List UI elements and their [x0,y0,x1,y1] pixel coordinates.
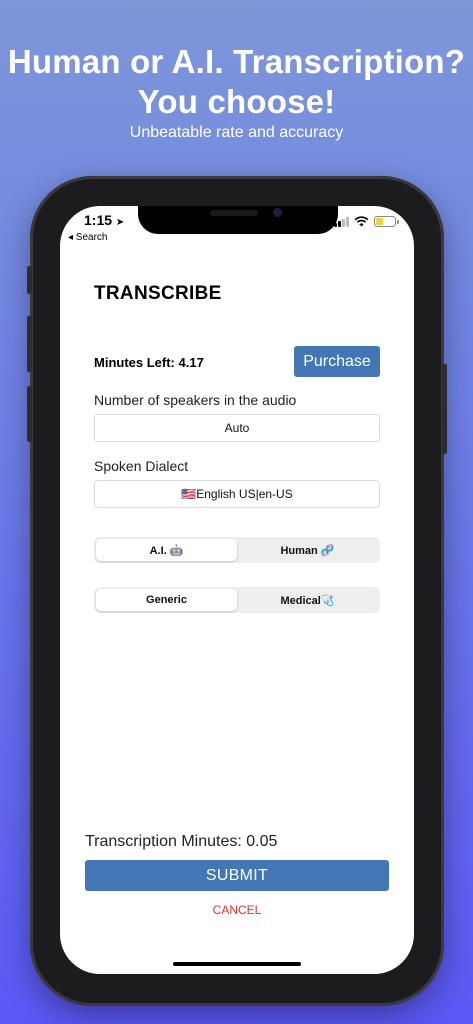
volume-up-button [27,316,32,372]
engine-segmented-control: A.I. 🤖 Human 🧬 [94,537,380,563]
domain-segmented-control: Generic Medical🩺 [94,587,380,613]
app-screen: 1:15 ➤ ◂ Search TRANSCRIBE Minutes Left:… [60,206,414,974]
minutes-left-label: Minutes Left: 4.17 [94,355,204,370]
page-title: TRANSCRIBE [94,283,222,304]
status-time: 1:15 ➤ [84,212,124,228]
speakers-select[interactable]: Auto [94,414,380,442]
purchase-button[interactable]: Purchase [294,346,380,377]
wifi-icon [354,216,369,227]
promo-subtitle: Unbeatable rate and accuracy [129,124,344,141]
power-button [442,364,447,454]
dialect-label: Spoken Dialect [94,458,189,474]
phone-frame: 1:15 ➤ ◂ Search TRANSCRIBE Minutes Left:… [27,176,447,1006]
transcription-minutes-label: Transcription Minutes: 0.05 [85,833,278,850]
cancel-button[interactable]: CANCEL [60,903,414,917]
segment-human[interactable]: Human 🧬 [237,539,378,561]
signal-icon [334,216,349,227]
promo-title: Human or A.I. Transcription? You choose! [0,42,473,122]
dialect-select[interactable]: 🇺🇸English US|en-US [94,480,380,508]
promo-title-line2: You choose! [137,83,336,120]
segment-medical[interactable]: Medical🩺 [237,589,378,611]
earpiece-speaker [210,210,258,216]
back-to-search-link[interactable]: ◂ Search [68,232,107,243]
segment-generic[interactable]: Generic [96,589,237,611]
submit-button[interactable]: SUBMIT [85,860,389,891]
battery-icon [374,216,399,227]
notch [138,206,338,234]
location-arrow-icon: ➤ [115,217,125,228]
segment-ai[interactable]: A.I. 🤖 [96,539,237,561]
promo-title-line1: Human or A.I. Transcription? [7,43,466,80]
status-time-text: 1:15 [84,212,113,228]
volume-down-button [27,386,32,442]
status-icons [334,216,399,227]
speakers-label: Number of speakers in the audio [94,392,297,408]
home-indicator[interactable] [173,962,301,966]
silent-switch [27,266,32,294]
front-camera [273,208,282,217]
